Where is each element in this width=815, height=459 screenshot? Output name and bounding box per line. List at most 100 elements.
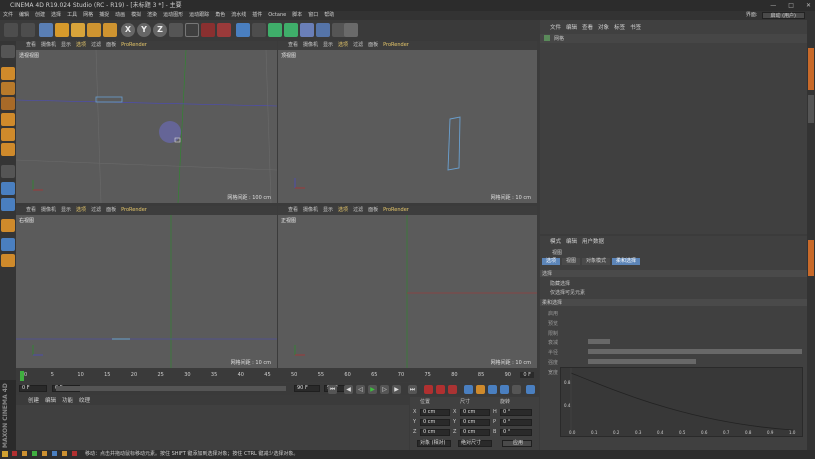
taskbar-icon[interactable] — [22, 451, 27, 456]
viewport-menu-item[interactable]: 过滤 — [353, 206, 363, 215]
taskbar-icon[interactable] — [32, 451, 37, 456]
rotation-field[interactable]: 0 ° — [500, 409, 532, 416]
x-axis-lock[interactable]: X — [121, 23, 135, 37]
material-menu-item[interactable]: 功能 — [62, 397, 73, 405]
play-icon[interactable]: ▶ — [368, 385, 377, 394]
floor-icon[interactable] — [316, 23, 330, 37]
width-slider[interactable] — [588, 359, 696, 364]
texture-mode-icon[interactable] — [1, 82, 15, 95]
object-menu-item[interactable]: 对象 — [598, 24, 609, 33]
menu-item[interactable]: 模拟 — [131, 11, 141, 20]
position-field[interactable]: 0 cm — [420, 419, 450, 426]
prev-frame-icon[interactable]: ◁ — [356, 385, 365, 394]
strength-slider[interactable] — [588, 349, 802, 354]
pen-icon[interactable] — [252, 23, 266, 37]
key-scale-icon[interactable] — [476, 385, 485, 394]
object-row[interactable]: 网格 — [540, 34, 807, 43]
soft-selection-row[interactable]: 启用 — [548, 310, 558, 317]
redo-icon[interactable] — [21, 23, 35, 37]
deformer-icon[interactable] — [300, 23, 314, 37]
timeline-ruler[interactable]: 0 5 10 15 20 25 30 35 40 45 50 55 60 65 70 75 80 85 90 0 F — [16, 370, 539, 382]
menu-item[interactable]: 文件 — [3, 11, 13, 20]
viewport-menu-item[interactable]: ProRender — [121, 206, 147, 215]
key-rotation-icon[interactable] — [488, 385, 497, 394]
soft-selection-row[interactable]: 强度 — [548, 359, 558, 366]
viewport-menu-item[interactable]: 选项 — [338, 41, 348, 50]
viewport-menu-item[interactable]: 过滤 — [353, 41, 363, 50]
polygons-mode-icon[interactable] — [1, 143, 15, 156]
dock-tab-attributes[interactable] — [808, 240, 814, 276]
undo-icon[interactable] — [4, 23, 18, 37]
attribute-menu-item[interactable]: 编辑 — [566, 238, 577, 246]
object-menu-item[interactable]: 标签 — [614, 24, 625, 33]
soft-selection-row[interactable]: 半径 — [548, 349, 558, 356]
viewport-menu-item[interactable]: 摄像机 — [303, 41, 318, 50]
menu-item[interactable]: 网格 — [83, 11, 93, 20]
rotation-field[interactable]: 0 ° — [500, 419, 532, 426]
dock-tab-objects[interactable] — [808, 48, 814, 90]
points-mode-icon[interactable] — [1, 113, 15, 126]
start-frame-field[interactable]: 0 F — [19, 385, 47, 392]
grid-icon[interactable] — [1, 238, 15, 251]
size-mode-select[interactable]: 绝对尺寸 — [458, 440, 492, 447]
attribute-tab[interactable]: 对象模式 — [582, 258, 611, 265]
y-axis-lock[interactable]: Y — [137, 23, 151, 37]
taskbar-icon[interactable] — [42, 451, 47, 456]
menu-item[interactable]: 运动图形 — [163, 11, 183, 20]
size-field[interactable]: 0 cm — [460, 409, 490, 416]
goto-end-icon[interactable]: ⏭ — [408, 385, 417, 394]
material-menu-item[interactable]: 编辑 — [45, 397, 56, 405]
viewport-menu-item[interactable]: 摄像机 — [303, 206, 318, 215]
solo-icon[interactable] — [1, 254, 15, 267]
goto-start-icon[interactable]: ⏮ — [328, 385, 337, 394]
object-menu-item[interactable]: 文件 — [550, 24, 561, 33]
end-frame-field[interactable]: 90 F — [294, 385, 320, 392]
z-axis-lock[interactable]: Z — [153, 23, 167, 37]
viewport-menu-item[interactable]: 面板 — [368, 206, 378, 215]
visible-only-row[interactable]: 仅选择可见元素 — [550, 289, 585, 296]
next-frame-icon[interactable]: ▷ — [380, 385, 389, 394]
subdivision-icon[interactable] — [268, 23, 282, 37]
scale-tool-icon[interactable] — [71, 23, 85, 37]
recent-tool-icon[interactable] — [103, 23, 117, 37]
menu-item[interactable]: 插件 — [252, 11, 262, 20]
viewport-menu-item[interactable]: 选项 — [338, 206, 348, 215]
apply-button[interactable]: 应用 — [502, 440, 532, 447]
soft-selection-row[interactable]: 宽度 — [548, 369, 558, 376]
menu-item[interactable]: 捕捉 — [99, 11, 109, 20]
prev-key-icon[interactable]: ◀ — [344, 385, 353, 394]
viewport-menu-item[interactable]: 面板 — [368, 41, 378, 50]
size-field[interactable]: 0 cm — [460, 429, 490, 436]
snap-icon[interactable] — [1, 198, 15, 211]
viewport-menu-item[interactable]: 摄像机 — [41, 206, 56, 215]
key-param-icon[interactable] — [500, 385, 509, 394]
falloff-graph[interactable]: 0.0 0.1 0.2 0.3 0.4 0.5 0.6 0.7 0.8 0.9 1.0 0.8 0.… — [560, 367, 803, 437]
viewport-menu-item[interactable]: ProRender — [121, 41, 147, 50]
menu-item[interactable]: 脚本 — [292, 11, 302, 20]
coord-mode-select[interactable]: 对象 (相对) — [417, 440, 451, 447]
attribute-menu-item[interactable]: 用户数据 — [582, 238, 604, 246]
auto-key-icon[interactable] — [436, 385, 445, 394]
key-pla-icon[interactable] — [512, 385, 521, 394]
menu-item[interactable]: 运动跟踪 — [189, 11, 209, 20]
viewport-menu-item[interactable]: 显示 — [323, 206, 333, 215]
key-position-icon[interactable] — [464, 385, 473, 394]
viewport-menu-item[interactable]: 查看 — [26, 41, 36, 50]
select-tool-icon[interactable] — [39, 23, 53, 37]
viewport-menu-item[interactable]: 面板 — [106, 206, 116, 215]
move-tool-icon[interactable] — [55, 23, 69, 37]
material-menu-item[interactable]: 创建 — [28, 397, 39, 405]
axis-mode-icon[interactable] — [1, 165, 15, 178]
tweak-mode-icon[interactable] — [1, 182, 15, 195]
menu-item[interactable]: 渲染 — [147, 11, 157, 20]
viewport-menu-item[interactable]: 显示 — [323, 41, 333, 50]
menu-item[interactable]: 编辑 — [19, 11, 29, 20]
coordinate-system-icon[interactable] — [169, 23, 183, 37]
taskbar-icon[interactable] — [72, 451, 77, 456]
attribute-tab[interactable]: 柔和选择 — [612, 258, 641, 265]
close-icon[interactable]: ✕ — [806, 0, 811, 11]
menu-item[interactable]: 帮助 — [324, 11, 334, 20]
viewport-menu-item[interactable]: 摄像机 — [41, 41, 56, 50]
minimize-icon[interactable]: — — [770, 0, 776, 11]
menu-item[interactable]: Octane — [268, 11, 286, 20]
